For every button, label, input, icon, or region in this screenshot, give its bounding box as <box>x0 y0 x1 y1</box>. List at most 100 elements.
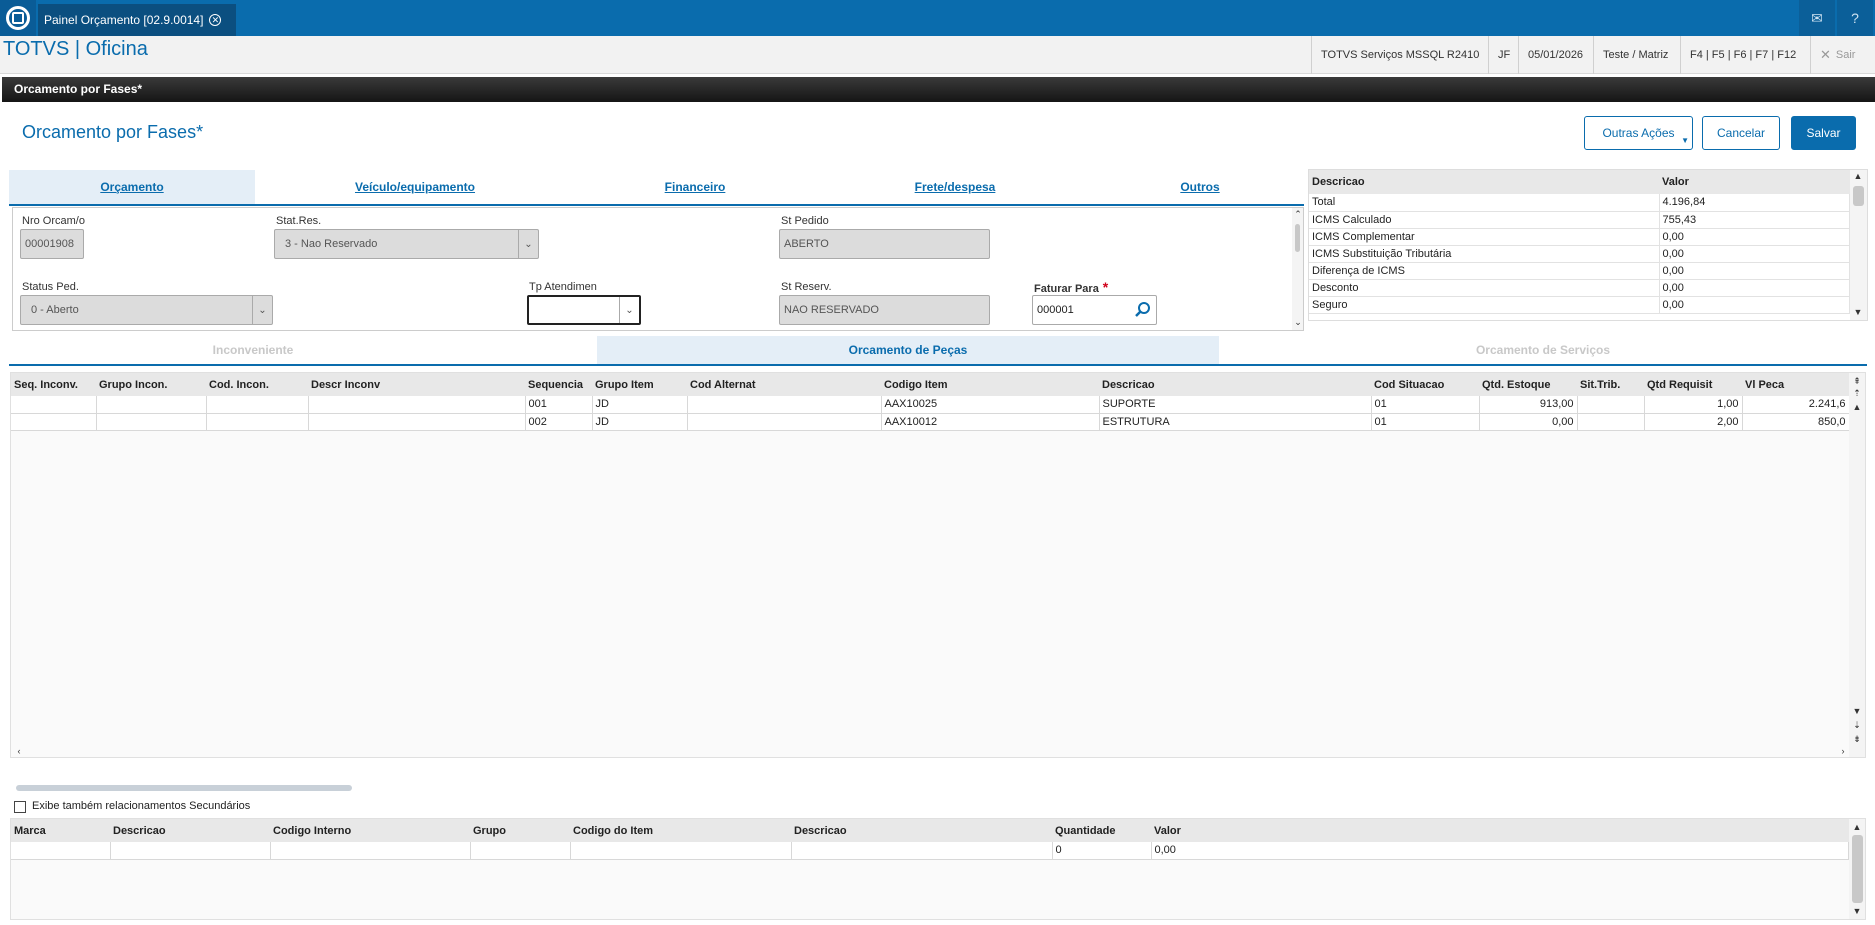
table-cell[interactable] <box>308 396 526 414</box>
tab-orcamento-servicos[interactable]: Orcamento de Serviços <box>1219 336 1867 364</box>
status-ped-select[interactable]: 0 - Aberto ⌄ <box>20 295 273 325</box>
table-cell[interactable]: 002 <box>525 413 593 431</box>
close-tab-icon[interactable]: ✕ <box>209 14 222 26</box>
chevron-down-icon[interactable]: ⌄ <box>518 230 538 258</box>
related-column-header[interactable]: Valor <box>1151 819 1849 842</box>
summary-row[interactable]: Seguro 0,00 <box>1309 296 1850 314</box>
secondary-relations-checkbox[interactable] <box>14 801 26 813</box>
summary-scrollbar[interactable]: ▲ ▼ <box>1850 170 1867 320</box>
table-cell[interactable] <box>206 396 309 414</box>
faturar-para-field[interactable]: 000001 <box>1032 295 1157 325</box>
scroll-left-icon[interactable]: ‹ <box>13 745 25 758</box>
scroll-down-icon[interactable]: ▼ <box>1852 306 1864 319</box>
table-cell[interactable]: 1,00 <box>1644 396 1743 414</box>
related-column-header[interactable]: Descricao <box>110 819 270 842</box>
table-cell[interactable] <box>270 842 471 860</box>
parts-column-header[interactable]: Sequencia <box>525 373 592 396</box>
table-cell[interactable] <box>1577 413 1645 431</box>
parts-column-header[interactable]: Descricao <box>1099 373 1371 396</box>
scroll-down-icon[interactable]: ▼ <box>1851 905 1863 918</box>
related-scroll-thumb[interactable] <box>1852 835 1863 903</box>
related-column-header[interactable]: Grupo <box>470 819 570 842</box>
parts-hscroll-thumb[interactable] <box>16 785 352 791</box>
table-cell[interactable]: ESTRUTURA <box>1099 413 1372 431</box>
search-icon[interactable] <box>1134 301 1152 319</box>
chevron-down-icon[interactable]: ⌄ <box>619 297 639 323</box>
table-cell[interactable]: JD <box>592 413 688 431</box>
related-column-header[interactable]: Codigo Interno <box>270 819 470 842</box>
scroll-up-icon[interactable]: ▲ <box>1852 170 1864 183</box>
shortcuts-label[interactable]: F4 | F5 | F6 | F7 | F12 <box>1680 36 1805 74</box>
table-cell[interactable] <box>470 842 571 860</box>
scroll-up-icon[interactable]: ▲ <box>1851 821 1863 834</box>
chevron-down-icon[interactable]: ⌄ <box>252 296 272 324</box>
table-cell[interactable] <box>687 413 882 431</box>
stat-res-select[interactable]: 3 - Nao Reservado ⌄ <box>274 229 539 259</box>
tab-veiculo[interactable]: Veículo/equipamento <box>255 170 575 204</box>
parts-column-header[interactable]: Cod Situacao <box>1371 373 1479 396</box>
summary-row[interactable]: ICMS Substituição Tributária 0,00 <box>1309 245 1850 263</box>
table-cell[interactable] <box>791 842 1053 860</box>
table-cell[interactable]: JD <box>592 396 688 414</box>
summary-row[interactable]: ICMS Complementar 0,00 <box>1309 228 1850 246</box>
table-cell[interactable] <box>687 396 882 414</box>
scroll-page-up-icon[interactable]: ⇡ <box>1851 387 1863 400</box>
parts-column-header[interactable]: Qtd Requisit <box>1644 373 1742 396</box>
st-pedido-field[interactable]: ABERTO <box>779 229 990 259</box>
table-cell[interactable] <box>96 413 207 431</box>
parts-column-header[interactable]: Grupo Item <box>592 373 687 396</box>
table-cell[interactable] <box>110 842 271 860</box>
cancel-button[interactable]: Cancelar <box>1702 116 1780 150</box>
tab-frete-despesa[interactable]: Frete/despesa <box>815 170 1095 204</box>
table-cell[interactable] <box>1577 396 1645 414</box>
help-icon[interactable]: ? <box>1837 0 1873 36</box>
summary-row[interactable]: ICMS Calculado 755,43 <box>1309 211 1850 229</box>
scroll-right-icon[interactable]: › <box>1837 745 1849 758</box>
table-cell[interactable]: 2,00 <box>1644 413 1743 431</box>
table-cell[interactable] <box>206 413 309 431</box>
tab-orcamento-pecas[interactable]: Orcamento de Peças <box>597 336 1219 364</box>
table-cell[interactable] <box>11 413 97 431</box>
table-cell[interactable]: 01 <box>1371 396 1480 414</box>
table-cell[interactable]: 001 <box>525 396 593 414</box>
table-row[interactable]: 002 JD AAX10012 ESTRUTURA 01 0,00 2,00 850,0 <box>11 413 1850 431</box>
summary-row[interactable]: Total 4.196,84 <box>1309 194 1850 212</box>
table-cell[interactable] <box>570 842 792 860</box>
exit-button[interactable]: ✕ Sair <box>1810 36 1864 74</box>
table-cell[interactable]: AAX10025 <box>881 396 1100 414</box>
scroll-up-icon[interactable]: ▲ <box>1851 401 1863 414</box>
tab-financeiro[interactable]: Financeiro <box>575 170 815 204</box>
table-cell[interactable] <box>11 396 97 414</box>
parts-column-header[interactable]: Vl Peca <box>1742 373 1849 396</box>
parts-column-header[interactable]: Codigo Item <box>881 373 1099 396</box>
table-cell[interactable]: 850,0 <box>1742 413 1850 431</box>
table-cell[interactable]: AAX10012 <box>881 413 1100 431</box>
table-cell[interactable] <box>96 396 207 414</box>
scroll-up-icon[interactable]: ⌃ <box>1292 208 1304 221</box>
table-row[interactable]: 0 0,00 <box>11 842 1849 860</box>
scroll-down-icon[interactable]: ▼ <box>1851 705 1863 718</box>
table-cell[interactable] <box>308 413 526 431</box>
related-column-header[interactable]: Descricao <box>791 819 1052 842</box>
totvs-logo-icon[interactable] <box>0 0 36 36</box>
table-row[interactable]: 001 JD AAX10025 SUPORTE 01 913,00 1,00 2.241,6 <box>11 396 1850 414</box>
related-vscrollbar[interactable]: ▲ ▼ <box>1849 819 1865 919</box>
related-column-header[interactable]: Marca <box>11 819 110 842</box>
tp-atendimen-select[interactable]: ⌄ <box>527 295 641 325</box>
st-reserv-field[interactable]: NAO RESERVADO <box>779 295 990 325</box>
program-tab[interactable]: Painel Orçamento [02.9.0014] ✕ <box>38 4 236 36</box>
tab-orcamento[interactable]: Orçamento <box>9 170 255 204</box>
summary-scroll-thumb[interactable] <box>1853 186 1864 206</box>
tab-inconveniente[interactable]: Inconveniente <box>9 336 497 364</box>
nro-orcamento-field[interactable]: 00001908 <box>20 229 84 259</box>
scroll-page-down-icon[interactable]: ⇣ <box>1851 719 1863 732</box>
parts-column-header[interactable]: Qtd. Estoque <box>1479 373 1577 396</box>
save-button[interactable]: Salvar <box>1791 116 1856 150</box>
parts-column-header[interactable]: Cod. Incon. <box>206 373 308 396</box>
table-cell[interactable]: 0,00 <box>1479 413 1578 431</box>
tab-outros[interactable]: Outros <box>1095 170 1305 204</box>
parts-column-header[interactable]: Grupo Incon. <box>96 373 206 396</box>
related-column-header[interactable]: Codigo do Item <box>570 819 791 842</box>
form-scrollbar[interactable]: ⌃ ⌄ <box>1292 208 1303 330</box>
parts-column-header[interactable]: Sit.Trib. <box>1577 373 1644 396</box>
